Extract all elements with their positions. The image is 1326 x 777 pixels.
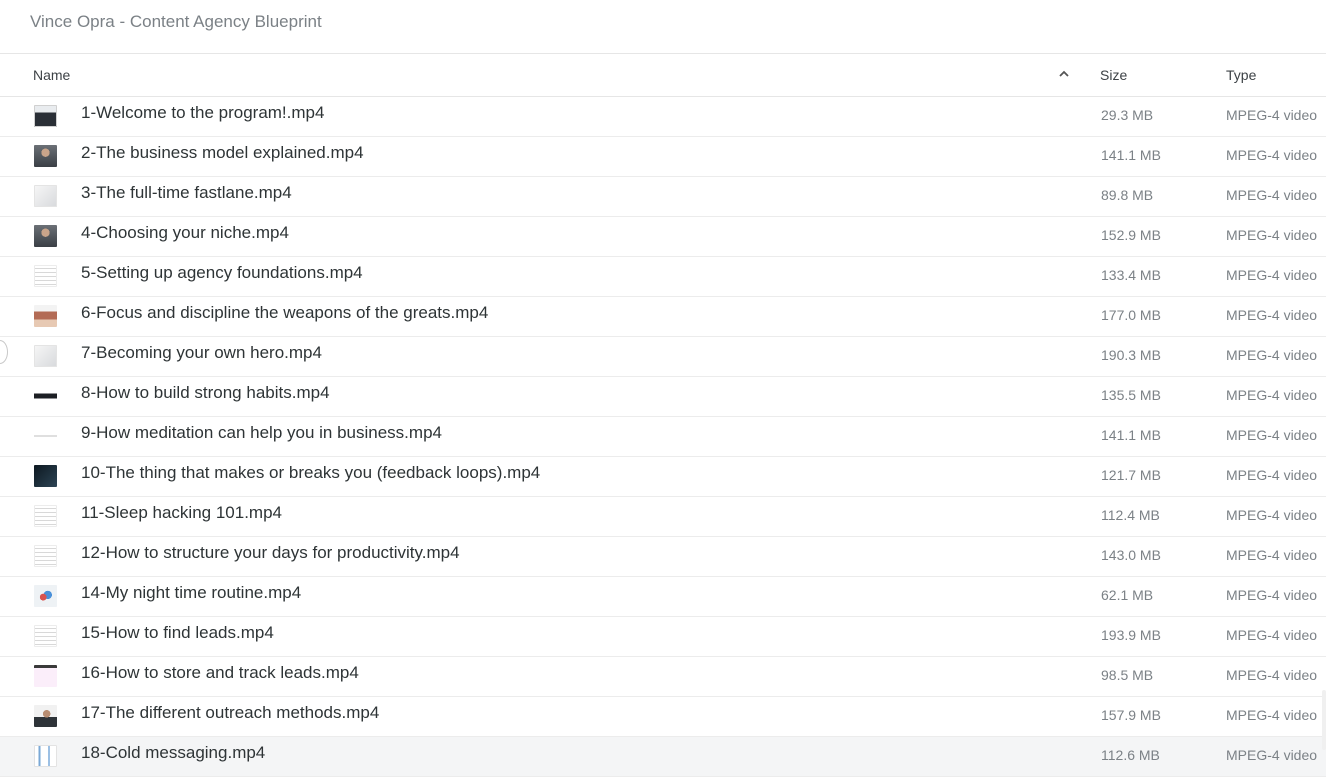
file-row[interactable]: 10-The thing that makes or breaks you (f… bbox=[0, 457, 1326, 497]
file-row[interactable]: 16-How to store and track leads.mp4 98.5 … bbox=[0, 657, 1326, 697]
file-type: MPEG-4 video bbox=[1226, 267, 1318, 283]
file-type: MPEG-4 video bbox=[1226, 147, 1318, 163]
file-name: 2-The business model explained.mp4 bbox=[81, 143, 364, 162]
file-row[interactable]: 12-How to structure your days for produc… bbox=[0, 537, 1326, 577]
file-size: 135.5 MB bbox=[1101, 387, 1161, 403]
file-type: MPEG-4 video bbox=[1226, 187, 1318, 203]
file-name: 5-Setting up agency foundations.mp4 bbox=[81, 263, 363, 282]
file-type: MPEG-4 video bbox=[1226, 107, 1318, 123]
file-name: 14-My night time routine.mp4 bbox=[81, 583, 302, 602]
file-name: 12-How to structure your days for produc… bbox=[81, 543, 460, 562]
file-name: 1-Welcome to the program!.mp4 bbox=[81, 103, 325, 122]
file-row[interactable]: 5-Setting up agency foundations.mp4 133.4… bbox=[0, 257, 1326, 297]
chevron-up-icon[interactable] bbox=[1058, 69, 1070, 79]
file-size: 133.4 MB bbox=[1101, 267, 1161, 283]
file-name: 8-How to build strong habits.mp4 bbox=[81, 383, 330, 402]
window-header: Vince Opra - Content Agency Blueprint bbox=[0, 0, 1326, 54]
file-row[interactable]: 15-How to find leads.mp4 193.9 MB MPEG-4 v… bbox=[0, 617, 1326, 657]
file-row[interactable]: 6-Focus and discipline the weapons of th… bbox=[0, 297, 1326, 337]
file-size: 62.1 MB bbox=[1101, 587, 1154, 603]
file-row[interactable]: 9-How meditation can help you in busines… bbox=[0, 417, 1326, 457]
video-thumbnail-icon bbox=[34, 145, 57, 167]
file-row[interactable]: 14-My night time routine.mp4 62.1 MB MPEG-… bbox=[0, 577, 1326, 617]
file-name: 10-The thing that makes or breaks you (f… bbox=[81, 463, 541, 482]
file-size: 98.5 MB bbox=[1101, 667, 1154, 683]
file-row[interactable]: 11-Sleep hacking 101.mp4 112.4 MB MPEG-4 v… bbox=[0, 497, 1326, 537]
file-type: MPEG-4 video bbox=[1226, 307, 1318, 323]
column-header-bar: Name Size Type bbox=[0, 53, 1326, 97]
file-name: 18-Cold messaging.mp4 bbox=[81, 743, 266, 762]
video-thumbnail-icon bbox=[34, 665, 57, 687]
file-name: 15-How to find leads.mp4 bbox=[81, 623, 274, 642]
video-thumbnail-icon bbox=[34, 705, 57, 727]
video-thumbnail-icon bbox=[34, 505, 57, 527]
video-thumbnail-icon bbox=[34, 305, 57, 327]
video-thumbnail-icon bbox=[34, 185, 57, 207]
file-row[interactable]: 18-Cold messaging.mp4 112.6 MB MPEG-4 vide… bbox=[0, 737, 1326, 777]
folder-title: Vince Opra - Content Agency Blueprint bbox=[30, 12, 322, 31]
file-size: 193.9 MB bbox=[1101, 627, 1161, 643]
file-size: 121.7 MB bbox=[1101, 467, 1161, 483]
file-row[interactable]: 2-The business model explained.mp4 141.1 … bbox=[0, 137, 1326, 177]
file-type: MPEG-4 video bbox=[1226, 667, 1318, 683]
file-name: 3-The full-time fastlane.mp4 bbox=[81, 183, 292, 202]
file-size: 177.0 MB bbox=[1101, 307, 1161, 323]
video-thumbnail-icon bbox=[34, 465, 57, 487]
video-thumbnail-icon bbox=[34, 105, 57, 127]
video-thumbnail-icon bbox=[34, 745, 57, 767]
file-size: 29.3 MB bbox=[1101, 107, 1154, 123]
file-row[interactable]: 7-Becoming your own hero.mp4 190.3 MB MPEG… bbox=[0, 337, 1326, 377]
file-type: MPEG-4 video bbox=[1226, 627, 1318, 643]
file-size: 89.8 MB bbox=[1101, 187, 1154, 203]
file-size: 190.3 MB bbox=[1101, 347, 1161, 363]
video-thumbnail-icon bbox=[34, 425, 57, 447]
file-name: 11-Sleep hacking 101.mp4 bbox=[81, 503, 282, 522]
file-type: MPEG-4 video bbox=[1226, 347, 1318, 363]
file-type: MPEG-4 video bbox=[1226, 587, 1318, 603]
video-thumbnail-icon bbox=[34, 625, 57, 647]
column-header-type[interactable]: Type bbox=[1226, 67, 1256, 83]
file-type: MPEG-4 video bbox=[1226, 547, 1318, 563]
file-size: 141.1 MB bbox=[1101, 427, 1161, 443]
file-type: MPEG-4 video bbox=[1226, 387, 1318, 403]
file-name: 6-Focus and discipline the weapons of th… bbox=[81, 303, 489, 322]
file-type: MPEG-4 video bbox=[1226, 507, 1318, 523]
file-size: 157.9 MB bbox=[1101, 707, 1161, 723]
file-size: 141.1 MB bbox=[1101, 147, 1161, 163]
video-thumbnail-icon bbox=[34, 585, 57, 607]
scrollbar[interactable] bbox=[1322, 690, 1326, 750]
file-row[interactable]: 3-The full-time fastlane.mp4 89.8 MB MPEG-… bbox=[0, 177, 1326, 217]
file-row[interactable]: 17-The different outreach methods.mp4 157… bbox=[0, 697, 1326, 737]
file-list: 1-Welcome to the program!.mp4 29.3 MB MPEG… bbox=[0, 97, 1326, 777]
file-size: 112.4 MB bbox=[1101, 507, 1160, 523]
file-size: 143.0 MB bbox=[1101, 547, 1161, 563]
video-thumbnail-icon bbox=[34, 545, 57, 567]
column-header-size[interactable]: Size bbox=[1100, 67, 1127, 83]
video-thumbnail-icon bbox=[34, 225, 57, 247]
file-row[interactable]: 4-Choosing your niche.mp4 152.9 MB MPEG-4 … bbox=[0, 217, 1326, 257]
file-type: MPEG-4 video bbox=[1226, 427, 1318, 443]
file-type: MPEG-4 video bbox=[1226, 707, 1318, 723]
file-size: 112.6 MB bbox=[1101, 747, 1160, 763]
video-thumbnail-icon bbox=[34, 265, 57, 287]
video-thumbnail-icon bbox=[34, 345, 57, 367]
file-type: MPEG-4 video bbox=[1226, 747, 1318, 763]
file-row[interactable]: 8-How to build strong habits.mp4 135.5 MB… bbox=[0, 377, 1326, 417]
video-thumbnail-icon bbox=[34, 385, 57, 407]
file-name: 7-Becoming your own hero.mp4 bbox=[81, 343, 322, 362]
file-size: 152.9 MB bbox=[1101, 227, 1161, 243]
file-name: 17-The different outreach methods.mp4 bbox=[81, 703, 380, 722]
file-type: MPEG-4 video bbox=[1226, 227, 1318, 243]
file-name: 4-Choosing your niche.mp4 bbox=[81, 223, 289, 242]
file-type: MPEG-4 video bbox=[1226, 467, 1318, 483]
file-name: 16-How to store and track leads.mp4 bbox=[81, 663, 359, 682]
file-name: 9-How meditation can help you in busines… bbox=[81, 423, 442, 442]
file-row[interactable]: 1-Welcome to the program!.mp4 29.3 MB MPEG… bbox=[0, 97, 1326, 137]
column-header-name[interactable]: Name bbox=[33, 67, 70, 83]
